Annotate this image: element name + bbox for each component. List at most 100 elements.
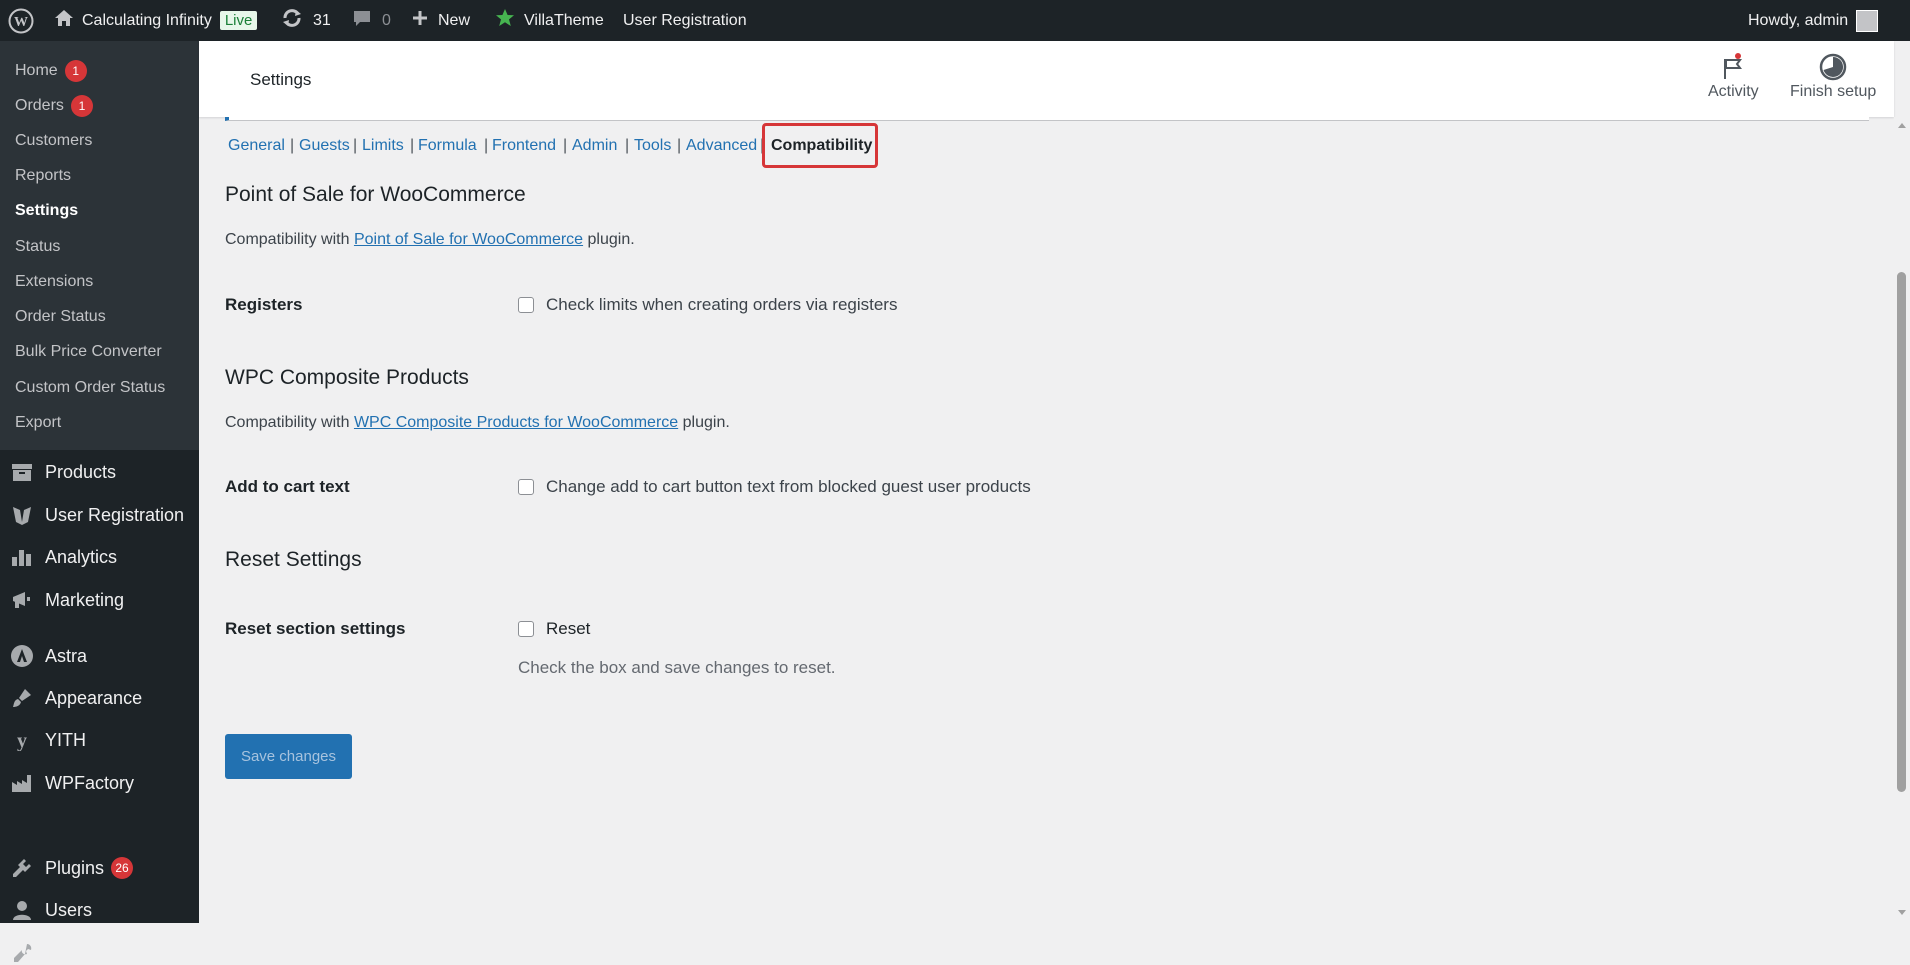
menu-item-label: Users <box>45 899 93 920</box>
submenu-item-label: Bulk Price Converter <box>15 343 162 360</box>
tab-highlight-box <box>762 123 878 168</box>
menu-item-appearance[interactable]: Appearance <box>10 686 142 710</box>
menu-item-products[interactable]: Products <box>10 460 116 484</box>
live-badge: Live <box>219 11 258 30</box>
submenu-item-label: Customers <box>15 132 93 149</box>
vertical-scrollbar[interactable] <box>1894 117 1910 923</box>
tab-separator: | <box>410 137 415 154</box>
menu-item-label: Plugins <box>45 857 105 878</box>
menu-item-label: User Registration <box>45 504 185 525</box>
submenu-item-label: Status <box>15 238 61 255</box>
submenu-item-status[interactable]: Status <box>15 238 60 256</box>
menu-item-analytics[interactable]: Analytics <box>10 545 117 569</box>
tab-separator: | <box>563 137 568 154</box>
astra-icon <box>10 644 34 668</box>
updates-link[interactable]: 31 <box>281 0 331 41</box>
save-changes-button[interactable]: Save changes <box>225 734 352 779</box>
pos-plugin-link[interactable]: Point of Sale for WooCommerce <box>354 231 583 248</box>
menu-item-wpfactory[interactable]: WPFactory <box>10 771 134 795</box>
menu-item-label: YITH <box>45 729 87 750</box>
add-to-cart-checkbox-field[interactable]: Change add to cart button text from bloc… <box>518 477 1031 497</box>
submenu-item-settings[interactable]: Settings <box>15 202 78 220</box>
count-badge: 1 <box>64 60 87 82</box>
menu-item-tools[interactable]: Tools <box>10 941 87 965</box>
scroll-up-arrow-icon[interactable] <box>1898 123 1906 128</box>
site-name-link[interactable]: Calculating Infinity Live <box>54 0 258 41</box>
menu-item-marketing[interactable]: Marketing <box>10 588 124 612</box>
wpc-plugin-link[interactable]: WPC Composite Products for WooCommerce <box>354 414 678 431</box>
activity-label: Activity <box>1708 83 1759 100</box>
tab-admin[interactable]: Admin <box>572 137 617 155</box>
tools-icon <box>10 941 34 965</box>
field-label-reset: Reset section settings <box>225 619 406 638</box>
submenu-item-customers[interactable]: Customers <box>15 132 92 150</box>
menu-item-plugins[interactable]: Plugins 26 <box>10 856 134 880</box>
new-label: New <box>438 11 471 29</box>
menu-item-label: Marketing <box>45 589 125 610</box>
reset-help-text: Check the box and save changes to reset. <box>518 658 836 677</box>
registers-checkbox-field[interactable]: Check limits when creating orders via re… <box>518 295 897 315</box>
submenu-item-bulk-price-converter[interactable]: Bulk Price Converter <box>15 343 162 361</box>
analytics-icon <box>10 545 34 569</box>
flag-icon <box>1720 51 1746 83</box>
new-content-link[interactable]: New <box>412 0 470 41</box>
tab-separator: | <box>290 137 295 154</box>
villatheme-link[interactable]: VillaTheme <box>495 0 604 41</box>
tab-guests[interactable]: Guests <box>299 137 350 155</box>
menu-item-users[interactable]: Users <box>10 898 92 922</box>
tab-separator: | <box>484 137 489 154</box>
section-title-pos: Point of Sale for WooCommerce <box>225 183 526 206</box>
scroll-down-arrow-icon[interactable] <box>1898 910 1906 915</box>
submenu-item-custom-order-status[interactable]: Custom Order Status <box>15 379 165 397</box>
admin-bar: W Calculating Infinity Live 31 0 New Vil… <box>0 0 1910 41</box>
add-to-cart-checkbox[interactable] <box>518 479 534 495</box>
registers-checkbox[interactable] <box>518 297 534 313</box>
tab-separator: | <box>353 137 358 154</box>
tab-frontend[interactable]: Frontend <box>492 137 556 155</box>
villatheme-label: VillaTheme <box>524 11 604 29</box>
submenu-item-label: Home <box>15 62 58 79</box>
submenu-item-home[interactable]: Home 1 <box>15 60 87 82</box>
tab-formula[interactable]: Formula <box>418 137 477 155</box>
reset-checkbox-field[interactable]: Reset <box>518 619 590 639</box>
activity-button[interactable]: Activity <box>1708 51 1759 101</box>
menu-item-label: Products <box>45 461 117 482</box>
submenu-item-label: Order Status <box>15 308 106 325</box>
desc-text: plugin. <box>583 231 635 248</box>
count-badge: 1 <box>70 95 93 117</box>
wordpress-logo-icon[interactable]: W <box>8 0 34 41</box>
submenu-item-reports[interactable]: Reports <box>15 167 71 185</box>
my-account-link[interactable]: Howdy, admin <box>1748 0 1879 41</box>
notice-strip <box>225 117 1869 121</box>
tab-limits[interactable]: Limits <box>362 137 404 155</box>
updates-count: 31 <box>313 11 331 29</box>
comments-count: 0 <box>382 11 391 29</box>
comment-icon <box>352 8 372 33</box>
submenu-item-export[interactable]: Export <box>15 414 61 432</box>
woocommerce-submenu: Home 1 Orders 1 Customers Reports Settin… <box>0 41 199 450</box>
section-desc-wpc: Compatibility with WPC Composite Product… <box>225 414 730 432</box>
menu-item-user-registration[interactable]: User Registration <box>10 503 184 527</box>
plugins-icon <box>10 856 34 880</box>
user-registration-link[interactable]: User Registration <box>623 0 747 41</box>
checkbox-label: Change add to cart button text from bloc… <box>546 477 1031 496</box>
submenu-item-orders[interactable]: Orders 1 <box>15 95 93 117</box>
reset-checkbox[interactable] <box>518 621 534 637</box>
desc-text: Compatibility with <box>225 231 354 248</box>
finish-setup-button[interactable]: Finish setup <box>1790 51 1876 101</box>
submenu-item-order-status[interactable]: Order Status <box>15 308 106 326</box>
submenu-item-extensions[interactable]: Extensions <box>15 273 93 291</box>
menu-item-label: WPFactory <box>45 772 135 793</box>
tab-tools[interactable]: Tools <box>634 137 671 155</box>
menu-item-yith[interactable]: y YITH <box>10 728 86 752</box>
tab-general[interactable]: General <box>228 137 285 155</box>
desc-text: Compatibility with <box>225 414 354 431</box>
field-label-add-to-cart-text: Add to cart text <box>225 477 350 496</box>
user-registration-icon <box>10 503 34 527</box>
menu-item-astra[interactable]: Astra <box>10 644 87 668</box>
comments-link[interactable]: 0 <box>352 0 391 41</box>
tab-advanced[interactable]: Advanced <box>686 137 757 155</box>
howdy-label: Howdy, admin <box>1748 11 1849 29</box>
svg-text:W: W <box>14 15 28 30</box>
scroll-thumb[interactable] <box>1897 272 1906 792</box>
